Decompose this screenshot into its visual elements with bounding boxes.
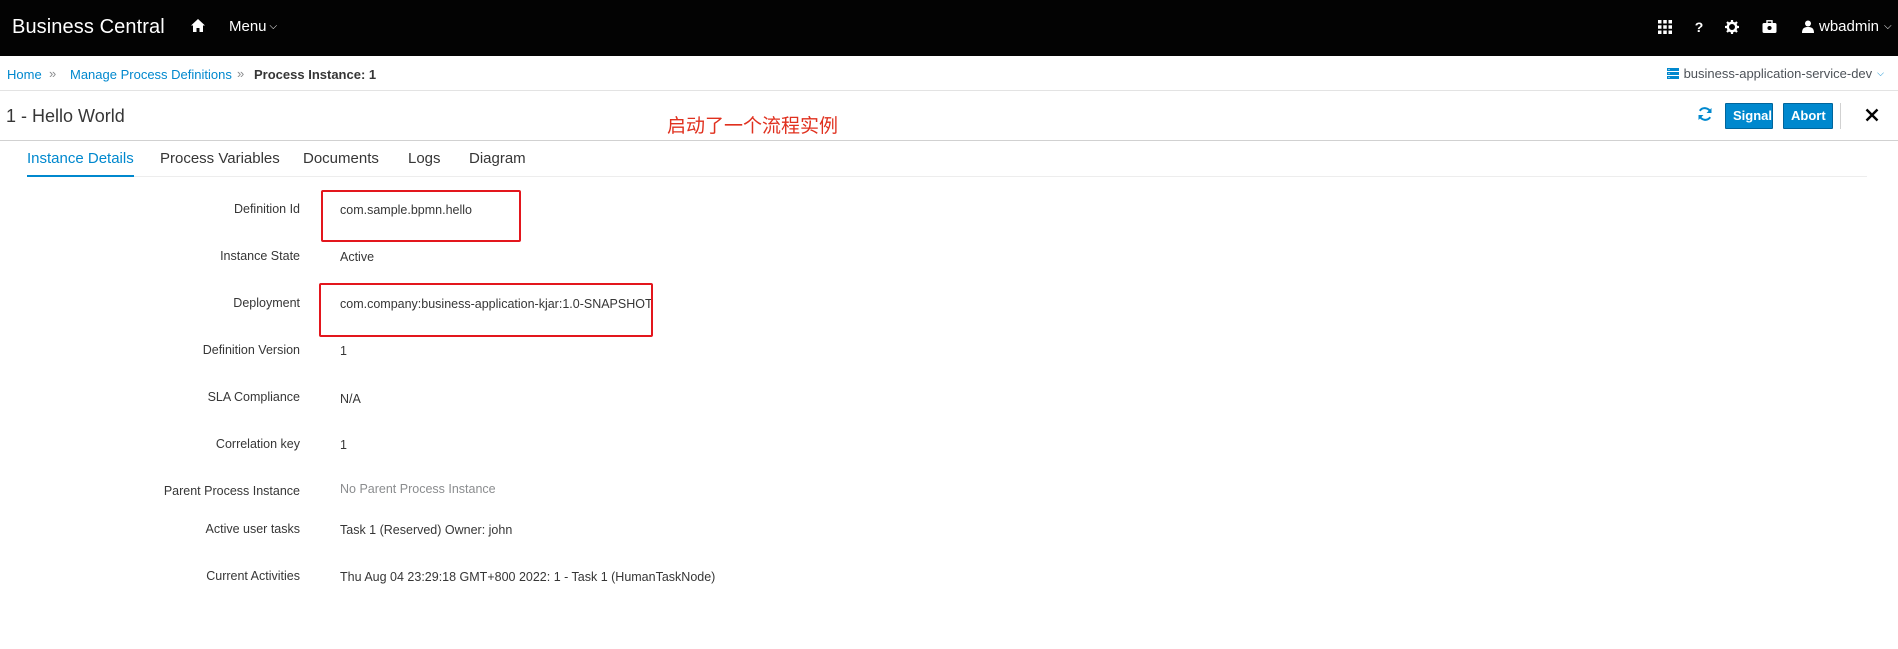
menu-dropdown[interactable]: Menu ⌵ [229,18,277,35]
tab-process-variables[interactable]: Process Variables [160,150,280,175]
detail-value-instance-state: Active [340,250,375,264]
breadcrumb-manage-process-definitions[interactable]: Manage Process Definitions [70,67,232,82]
detail-label-correlation-key: Correlation key [215,437,300,451]
tab-instance-details[interactable]: Instance Details [27,150,134,177]
detail-label-instance-state: Instance State [220,249,300,263]
tab-documents[interactable]: Documents [303,150,379,175]
chevron-down-icon: ⌵ [1884,21,1892,32]
detail-label-deployment: Deployment [233,296,300,310]
detail-label-parent-process-instance: Parent Process Instance [163,484,300,498]
gear-icon[interactable] [1723,18,1741,36]
detail-value-parent-process-instance: No Parent Process Instance [340,482,496,496]
breadcrumb-home[interactable]: Home [7,67,42,82]
signal-button[interactable]: Signal [1725,103,1773,129]
detail-value-correlation-key: 1 [340,438,347,452]
breadcrumb-separator: » [49,66,57,81]
breadcrumb-separator: » [237,66,245,81]
chevron-down-icon: ⌵ [269,21,278,32]
help-icon[interactable]: ? [1690,18,1708,36]
tab-logs[interactable]: Logs [408,150,441,175]
refresh-icon[interactable] [1697,106,1715,124]
chevron-down-icon: ⌵ [1877,68,1884,78]
breadcrumb-current: Process Instance: 1 [254,67,377,82]
detail-label-active-user-tasks: Active user tasks [205,522,300,536]
menu-label: Menu [229,18,267,35]
home-icon[interactable] [190,18,208,36]
abort-button[interactable]: Abort [1783,103,1833,129]
breadcrumb: Home » Manage Process Definitions » Proc… [0,56,1898,91]
highlight-box-definition-id [321,190,521,242]
apps-grid-icon[interactable] [1656,18,1674,36]
app-brand[interactable]: Business Central [12,16,165,39]
space-name: business-application-service-dev [1683,66,1873,81]
detail-value-active-user-tasks: Task 1 (Reserved) Owner: john [340,523,513,537]
detail-label-definition-id: Definition Id [233,202,300,216]
server-list-icon [1666,68,1679,79]
highlight-box-deployment [319,283,653,337]
user-menu[interactable]: wbadmin ⌵ [1802,18,1892,35]
close-icon[interactable] [1862,105,1882,125]
user-icon [1802,20,1814,33]
detail-label-definition-version: Definition Version [202,343,300,357]
detail-value-current-activities: Thu Aug 04 23:29:18 GMT+800 2022: 1 - Ta… [340,570,716,584]
detail-value-sla-compliance: N/A [340,392,361,406]
briefcase-icon[interactable] [1760,18,1778,36]
tab-diagram[interactable]: Diagram [469,150,526,175]
header-divider [1840,103,1841,129]
user-name: wbadmin [1819,18,1880,35]
annotation-text: 启动了一个流程实例 [667,115,839,137]
instance-tabs: Instance Details Process Variables Docum… [27,141,1867,177]
detail-value-definition-version: 1 [340,344,347,358]
space-selector[interactable]: business-application-service-dev ⌵ [1666,66,1884,81]
top-navbar: Business Central Menu ⌵ ? wbadmin ⌵ [0,0,1898,56]
page-title: 1 - Hello World [6,106,125,126]
detail-label-sla-compliance: SLA Compliance [207,390,300,404]
detail-label-current-activities: Current Activities [206,569,300,583]
